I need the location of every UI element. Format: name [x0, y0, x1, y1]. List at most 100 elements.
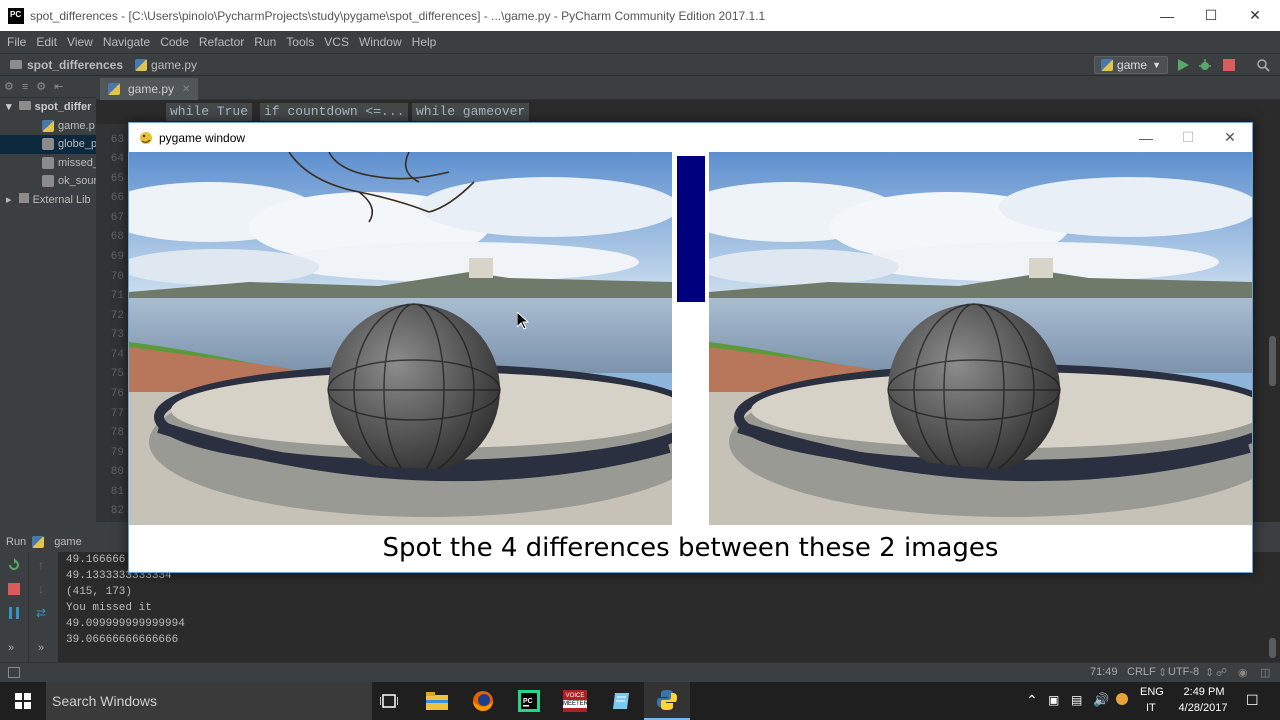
scrollbar-thumb[interactable] [1269, 638, 1276, 658]
tree-item-missed[interactable]: missed_ [0, 154, 96, 173]
line-number: 82 [110, 505, 124, 517]
notification-icon[interactable]: ☐ [1246, 692, 1259, 709]
breadcrumb-if-countdown[interactable]: if countdown <=... [260, 103, 409, 121]
display-icon[interactable]: ▤ [1071, 693, 1082, 707]
globe-lake-photo [709, 152, 1252, 525]
task-view-button[interactable] [366, 682, 412, 720]
line-number: 77 [110, 408, 124, 420]
taskbar-pycharm[interactable]: PC [506, 682, 552, 720]
down-arrow-icon[interactable]: ↓ [38, 582, 44, 596]
rerun-icon[interactable] [7, 558, 21, 572]
tree-label: spot_differ [34, 101, 92, 113]
expand-icon[interactable]: » [8, 642, 14, 654]
network-icon[interactable]: ▣ [1048, 693, 1059, 707]
nav-file-crumb[interactable]: game.py [151, 58, 197, 72]
chevron-down-icon: ⇕ [1158, 667, 1168, 679]
search-icon[interactable] [1256, 58, 1270, 72]
close-button[interactable]: ✕ [1232, 0, 1278, 31]
menu-refactor[interactable]: Refactor [194, 35, 249, 49]
taskbar-voicemeeter[interactable]: VOICE MEETER [552, 682, 598, 720]
file-encoding[interactable]: UTF-8 [1168, 666, 1199, 678]
menu-vcs[interactable]: VCS [319, 35, 354, 49]
pause-icon[interactable] [7, 606, 21, 620]
keyboard-layout[interactable]: IT [1146, 702, 1156, 714]
tool-windows-icon[interactable] [8, 667, 20, 678]
settings-icon[interactable]: ⚙ [4, 80, 14, 93]
run-toolbar-left: » [0, 552, 28, 662]
taskbar-file-explorer[interactable] [414, 682, 460, 720]
menu-edit[interactable]: Edit [31, 35, 62, 49]
line-number: 80 [110, 466, 124, 478]
taskbar-pygame-window[interactable] [644, 682, 690, 720]
clock-time[interactable]: 2:49 PM [1174, 686, 1234, 698]
volume-icon[interactable]: 🔊 [1093, 692, 1109, 708]
console-scrollbar[interactable] [1266, 552, 1280, 662]
soft-wrap-icon[interactable]: ⇄ [36, 606, 46, 620]
line-number: 73 [110, 329, 124, 341]
taskbar-firefox[interactable] [460, 682, 506, 720]
maximize-button[interactable]: ☐ [1188, 0, 1234, 31]
hide-icon[interactable]: ⇤ [54, 80, 63, 93]
run-config-dropdown[interactable]: game ▼ [1094, 56, 1168, 74]
up-arrow-icon[interactable]: ↑ [38, 558, 44, 572]
tree-external-libs[interactable]: ▸ External Lib [0, 191, 96, 210]
caret-position[interactable]: 71:49 [1090, 666, 1118, 678]
pygame-window: pygame window — ☐ ✕ Spot the 4 differenc… [128, 122, 1253, 573]
gear-icon[interactable]: ⚙ [36, 80, 46, 93]
inspector-icon[interactable]: ◉ [1238, 666, 1248, 679]
tree-label: globe_p [58, 138, 96, 150]
python-icon [657, 690, 677, 710]
scrollbar-thumb[interactable] [1269, 336, 1276, 386]
stop-icon[interactable] [1222, 58, 1236, 72]
menu-help[interactable]: Help [407, 35, 442, 49]
nav-project-crumb[interactable]: spot_differences [27, 58, 123, 72]
menu-run[interactable]: Run [249, 35, 281, 49]
menu-tools[interactable]: Tools [281, 35, 319, 49]
event-log-icon[interactable]: ◫ [1260, 666, 1270, 679]
minimize-button[interactable]: — [1144, 0, 1190, 31]
stop-icon[interactable] [7, 582, 21, 596]
tree-item-ok-sound[interactable]: ok_sour [0, 172, 96, 191]
language-indicator[interactable]: ENG [1140, 686, 1164, 698]
tree-item-game-py[interactable]: game.p [0, 117, 96, 136]
expand-icon[interactable]: » [38, 642, 44, 654]
menu-navigate[interactable]: Navigate [98, 35, 155, 49]
chevron-up-icon[interactable]: ⌃ [1026, 692, 1038, 709]
lock-icon[interactable]: ☍ [1216, 666, 1227, 679]
python-file-icon [135, 58, 148, 71]
left-puzzle-image[interactable] [129, 152, 672, 525]
start-button[interactable] [0, 682, 46, 720]
run-tab-label[interactable]: Run [6, 536, 26, 548]
right-puzzle-image[interactable] [709, 152, 1252, 525]
menu-window[interactable]: Window [354, 35, 407, 49]
pygame-maximize-button[interactable]: ☐ [1167, 123, 1209, 152]
taskbar-notes[interactable] [598, 682, 644, 720]
breadcrumb-while-gameover[interactable]: while gameover [412, 103, 530, 121]
firefox-icon [473, 691, 493, 711]
menu-file[interactable]: File [2, 35, 31, 49]
menu-code[interactable]: Code [155, 35, 194, 49]
code-breadcrumbs: while True if countdown <=... while game… [96, 100, 1280, 124]
pygame-close-button[interactable]: ✕ [1209, 123, 1251, 152]
taskbar-search-box[interactable]: Search Windows [46, 682, 372, 720]
voicemeeter-icon: VOICE MEETER [563, 690, 588, 712]
pygame-minimize-button[interactable]: — [1125, 123, 1167, 152]
clock-date[interactable]: 4/28/2017 [1168, 702, 1238, 714]
editor-tab-game-py[interactable]: game.py ✕ [100, 78, 199, 100]
tree-root-folder[interactable]: ▾ spot_differ [0, 98, 96, 117]
progress-timer-bar [677, 156, 705, 302]
line-separator[interactable]: CRLF [1127, 666, 1156, 678]
debug-icon[interactable] [1198, 58, 1212, 72]
breadcrumb-while-true[interactable]: while True [166, 103, 253, 121]
menu-view[interactable]: View [62, 35, 98, 49]
editor-scrollbar[interactable] [1266, 124, 1280, 522]
console-line: 39.06666666666666 [66, 634, 179, 646]
collapse-icon[interactable]: ≡ [22, 81, 28, 93]
app-tray-icon[interactable] [1116, 693, 1128, 705]
line-number: 81 [110, 486, 124, 498]
run-config-name[interactable]: game [54, 536, 82, 548]
run-icon[interactable] [1176, 58, 1190, 72]
tree-label: ok_sour [58, 175, 96, 187]
close-tab-icon[interactable]: ✕ [182, 84, 190, 95]
tree-item-globe[interactable]: globe_p [0, 135, 96, 154]
